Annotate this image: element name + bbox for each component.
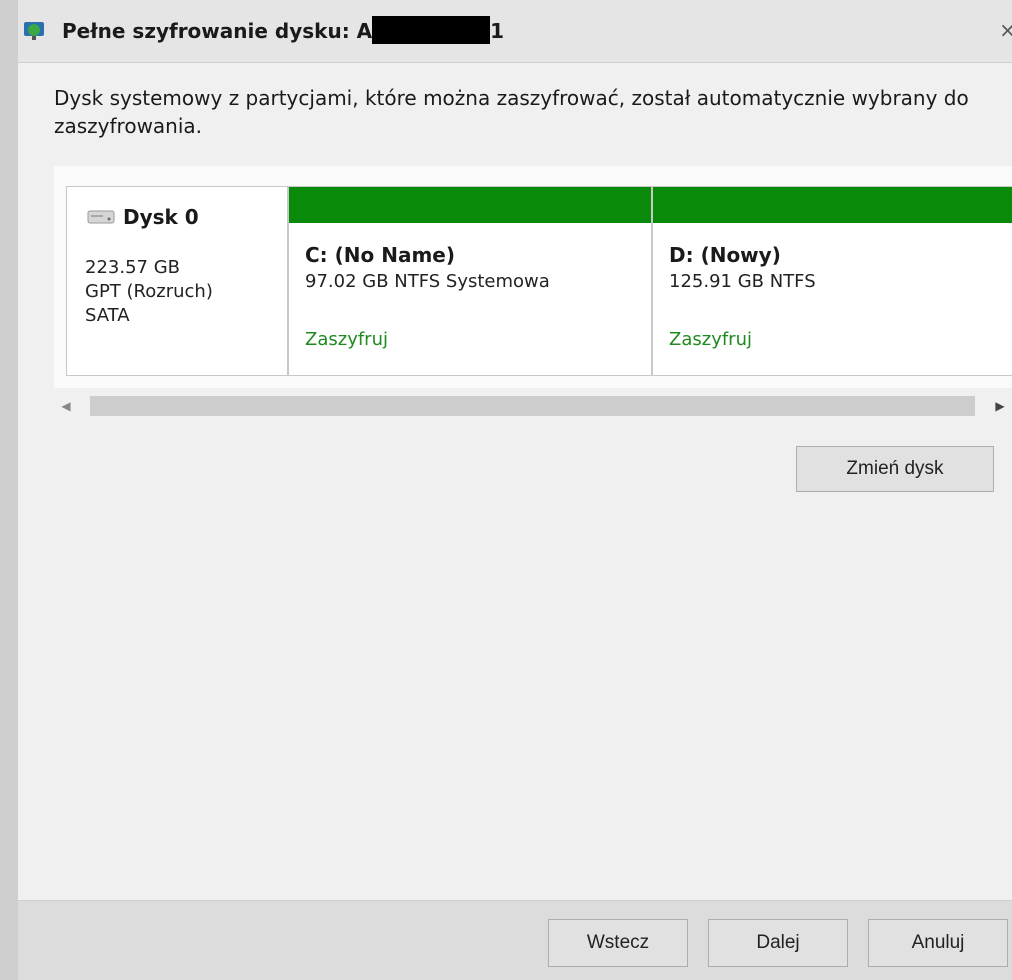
scroll-left-icon[interactable]: ◀ xyxy=(54,394,78,418)
partition-detail: 125.91 GB NTFS xyxy=(669,271,816,292)
title-bar: Pełne szyfrowanie dysku: A 1 × xyxy=(18,0,1012,63)
app-shield-icon xyxy=(24,22,44,40)
encryption-dialog: Pełne szyfrowanie dysku: A 1 × Dysk syste… xyxy=(18,0,1012,980)
next-button[interactable]: Dalej xyxy=(708,919,848,967)
disk-partition-style: GPT (Rozruch) xyxy=(85,281,213,302)
partition-card-d[interactable]: D: (Nowy) 125.91 GB NTFS Zaszyfruj xyxy=(652,186,1012,376)
encrypt-link[interactable]: Zaszyfruj xyxy=(669,329,752,350)
cancel-button[interactable]: Anuluj xyxy=(868,919,1008,967)
window-title: Pełne szyfrowanie dysku: A 1 xyxy=(62,16,504,44)
disk-size: 223.57 GB xyxy=(85,257,181,278)
scrollbar-thumb[interactable] xyxy=(90,396,975,416)
partition-usage-bar xyxy=(289,187,651,223)
partition-usage-bar xyxy=(653,187,1012,223)
disk-name-row: Dysk 0 xyxy=(87,205,199,229)
hard-drive-icon xyxy=(87,210,115,224)
window-title-suffix: 1 xyxy=(490,19,505,43)
partition-name: D: (Nowy) xyxy=(669,243,781,267)
close-icon[interactable]: × xyxy=(999,18,1012,42)
description-text: Dysk systemowy z partycjami, które można… xyxy=(54,86,969,138)
disk-panel: Dysk 0 223.57 GB GPT (Rozruch) SATA C: (… xyxy=(54,166,1012,388)
disk-name: Dysk 0 xyxy=(123,205,199,229)
footer-bar: Wstecz Dalej Anuluj xyxy=(18,900,1012,980)
back-button[interactable]: Wstecz xyxy=(548,919,688,967)
redaction-block xyxy=(372,16,491,44)
disk-bus: SATA xyxy=(85,305,130,326)
partition-card-c[interactable]: C: (No Name) 97.02 GB NTFS Systemowa Zas… xyxy=(288,186,652,376)
scroll-right-icon[interactable]: ▶ xyxy=(988,394,1012,418)
horizontal-scrollbar[interactable]: ◀ ▶ xyxy=(54,394,1012,418)
partition-detail: 97.02 GB NTFS Systemowa xyxy=(305,271,550,292)
change-disk-button[interactable]: Zmień dysk xyxy=(796,446,994,492)
partition-name: C: (No Name) xyxy=(305,243,455,267)
window-title-prefix: Pełne szyfrowanie dysku: A xyxy=(62,19,373,43)
disk-info-card[interactable]: Dysk 0 223.57 GB GPT (Rozruch) SATA xyxy=(66,186,288,376)
encrypt-link[interactable]: Zaszyfruj xyxy=(305,329,388,350)
